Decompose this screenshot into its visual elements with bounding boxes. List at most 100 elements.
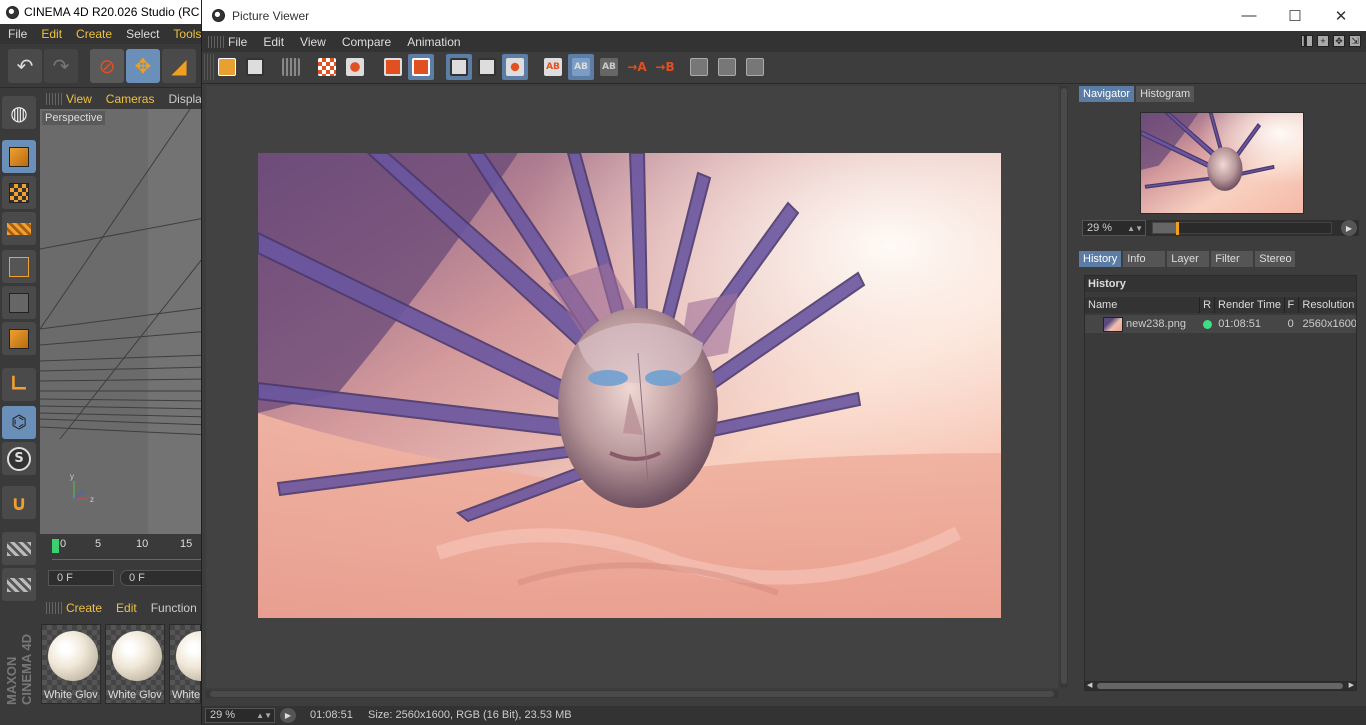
viewport-menu-view[interactable]: View xyxy=(66,92,92,106)
scroll-right-arrow-icon[interactable]: ▶ xyxy=(1349,681,1354,689)
compare-mode-1-button[interactable] xyxy=(686,54,712,80)
tab-layer[interactable]: Layer xyxy=(1167,251,1210,267)
move-panel-icon[interactable]: ✥ xyxy=(1333,35,1345,47)
ab-split-button[interactable]: AB xyxy=(568,54,594,80)
main-menu-file[interactable]: File xyxy=(8,27,27,41)
edges-mode-button[interactable] xyxy=(2,286,36,319)
expand-panel-icon[interactable]: ⇲ xyxy=(1349,35,1361,47)
set-b-button[interactable]: →B xyxy=(652,54,678,80)
live-selection-button[interactable]: ⊘ xyxy=(90,49,124,83)
scale-tool-button[interactable]: ◢ xyxy=(162,49,196,83)
column-render-time[interactable]: Render Time xyxy=(1215,297,1285,313)
column-r[interactable]: R xyxy=(1200,297,1216,313)
material-menu-function[interactable]: Function xyxy=(151,601,197,615)
column-resolution[interactable]: Resolution xyxy=(1299,297,1356,313)
main-menu-create[interactable]: Create xyxy=(76,27,112,41)
set-a-button[interactable]: →A xyxy=(624,54,650,80)
fit-to-screen-button[interactable] xyxy=(446,54,472,80)
tab-stereo[interactable]: Stereo xyxy=(1255,251,1296,267)
render-to-viewer-button[interactable] xyxy=(342,54,368,80)
spinner-arrows-icon[interactable]: ▲▼ xyxy=(256,709,272,722)
main-menu-tools[interactable]: Tools xyxy=(173,27,201,41)
tab-histogram[interactable]: Histogram xyxy=(1136,86,1195,102)
ab-swap-button[interactable]: AB xyxy=(596,54,622,80)
timeline-current-frame-marker[interactable] xyxy=(52,539,59,553)
minimize-button[interactable]: — xyxy=(1226,0,1272,31)
material-swatch[interactable]: White xyxy=(169,624,226,704)
move-tool-button[interactable]: ✥ xyxy=(126,49,160,83)
maximize-button[interactable]: ☐ xyxy=(1272,0,1318,31)
tab-history[interactable]: History xyxy=(1079,251,1122,267)
polygons-mode-button[interactable] xyxy=(2,322,36,355)
perspective-viewport[interactable]: y z Perspective xyxy=(40,109,210,534)
zoom-slider-knob[interactable] xyxy=(1176,222,1180,235)
close-button[interactable]: ✕ xyxy=(1318,0,1364,31)
history-tabs: History Info Layer Filter Stereo xyxy=(1079,251,1296,267)
tab-info[interactable]: Info xyxy=(1123,251,1166,267)
main-menu-edit[interactable]: Edit xyxy=(41,27,62,41)
canvas-vertical-scrollbar[interactable] xyxy=(1060,86,1068,688)
start-frame-field[interactable]: 0 F xyxy=(48,570,114,586)
redo-button[interactable]: ↷ xyxy=(44,49,78,83)
scroll-left-arrow-icon[interactable]: ◀ xyxy=(1087,681,1092,689)
material-swatch[interactable]: White Glov xyxy=(105,624,165,704)
column-frame[interactable]: F xyxy=(1285,297,1300,313)
canvas-horizontal-scrollbar[interactable] xyxy=(206,690,1058,698)
tab-navigator[interactable]: Navigator xyxy=(1079,86,1135,102)
workplane-mode-button[interactable] xyxy=(2,212,36,245)
open-image-button[interactable] xyxy=(214,54,240,80)
navigator-thumbnail[interactable] xyxy=(1140,112,1304,214)
region-render-button[interactable] xyxy=(502,54,528,80)
delete-button[interactable] xyxy=(408,54,434,80)
undo-button[interactable]: ↶ xyxy=(8,49,42,83)
history-panel: History Name R Render Time F Resolution … xyxy=(1084,275,1357,685)
render-region-button[interactable] xyxy=(314,54,340,80)
viewport-menu-cameras[interactable]: Cameras xyxy=(106,92,155,106)
scrollbar-thumb[interactable] xyxy=(1097,683,1343,689)
copy-button[interactable] xyxy=(380,54,406,80)
pv-menu-edit[interactable]: Edit xyxy=(263,35,284,49)
zoom-button[interactable] xyxy=(474,54,500,80)
history-column-headers: Name R Render Time F Resolution xyxy=(1085,297,1356,313)
material-swatch[interactable]: White Glov xyxy=(41,624,101,704)
compare-mode-2-button[interactable] xyxy=(714,54,740,80)
save-image-button[interactable] xyxy=(242,54,268,80)
compare-mode-3-button[interactable] xyxy=(742,54,768,80)
points-mode-button[interactable] xyxy=(2,250,36,283)
material-menu-edit[interactable]: Edit xyxy=(116,601,137,615)
split-layout-icon[interactable]: + xyxy=(1317,35,1329,47)
planar-workplane-button[interactable] xyxy=(2,568,36,601)
axis-mode-button[interactable]: ∟ xyxy=(2,368,36,401)
snap-button[interactable]: S xyxy=(2,442,36,475)
make-editable-button[interactable]: ◍ xyxy=(2,96,36,129)
snap-s-icon: S xyxy=(7,446,31,471)
channels-button[interactable] xyxy=(278,54,304,80)
status-play-button[interactable]: ▶ xyxy=(280,708,296,723)
ab-compare-button[interactable]: AB xyxy=(540,54,566,80)
pv-menu-view[interactable]: View xyxy=(300,35,326,49)
tab-filter[interactable]: Filter xyxy=(1211,251,1254,267)
column-name[interactable]: Name xyxy=(1085,297,1201,313)
model-mode-button[interactable] xyxy=(2,140,36,173)
zoom-field[interactable]: 29 % ▲▼ xyxy=(205,708,275,723)
timeline-tick-10: 10 xyxy=(136,538,149,550)
pv-menu-file[interactable]: File xyxy=(228,35,247,49)
pv-menu-animation[interactable]: Animation xyxy=(407,35,460,49)
table-row[interactable]: new238.png 01:08:51 0 2560x1600 xyxy=(1085,315,1356,333)
current-frame-field[interactable]: 0 F xyxy=(120,570,210,586)
main-menu-select[interactable]: Select xyxy=(126,27,159,41)
zoom-play-button[interactable]: ▶ xyxy=(1341,220,1357,236)
material-menu-create[interactable]: Create xyxy=(66,601,102,615)
spinner-arrows-icon[interactable]: ▲▼ xyxy=(1127,222,1143,236)
navigator-zoom-slider[interactable] xyxy=(1152,222,1332,235)
texture-mode-button[interactable] xyxy=(2,176,36,209)
navigator-zoom-field[interactable]: 29 % ▲▼ xyxy=(1082,220,1146,236)
magnet-button[interactable]: ∪ xyxy=(2,486,36,519)
history-horizontal-scrollbar[interactable]: ◀ ▶ xyxy=(1084,681,1357,691)
navigator-tabs: Navigator Histogram xyxy=(1079,86,1195,102)
panel-layout-icon[interactable]: ▌ xyxy=(1301,35,1313,47)
tweak-mode-button[interactable]: ⌬ xyxy=(2,406,36,439)
timeline[interactable]: 0 5 10 15 xyxy=(40,534,210,564)
pv-menu-compare[interactable]: Compare xyxy=(342,35,391,49)
locked-workplane-button[interactable] xyxy=(2,532,36,565)
